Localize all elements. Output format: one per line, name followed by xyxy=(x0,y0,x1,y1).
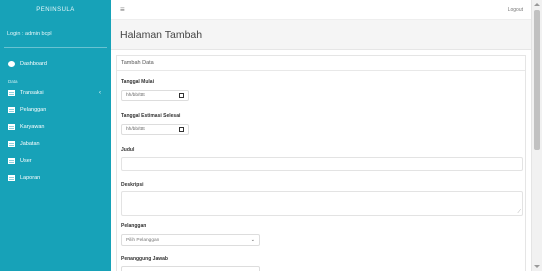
date-placeholder: hh/bb/tttt xyxy=(126,93,145,98)
sidebar-item-label: Pelanggan xyxy=(20,106,47,113)
logout-link[interactable]: Logout xyxy=(508,7,523,13)
penanggung-jawab-label: Penanggung Jawab xyxy=(121,256,168,262)
calendar-icon[interactable] xyxy=(179,93,184,98)
sidebar-item-dashboard[interactable]: Dashboard xyxy=(0,55,111,72)
sidebar-item-label: Laporan xyxy=(20,174,41,181)
page-scrollbar[interactable] xyxy=(531,0,542,271)
table-icon xyxy=(8,106,15,113)
calendar-icon[interactable] xyxy=(179,127,184,132)
select-value: Pilih Pelanggan xyxy=(126,237,160,243)
pelanggan-select[interactable]: Pilih Pelanggan ⌄ xyxy=(121,234,260,246)
sidebar-item-laporan[interactable]: Laporan xyxy=(0,169,111,186)
chevron-down-icon: ⌄ xyxy=(250,237,255,243)
sidebar-item-label: Karyawan xyxy=(20,123,45,130)
deskripsi-label: Deskripsi xyxy=(121,182,144,188)
scroll-up-arrow-icon[interactable] xyxy=(534,3,540,6)
hamburger-menu-icon[interactable]: ≡ xyxy=(120,5,125,14)
page-title: Halaman Tambah xyxy=(111,20,531,50)
sidebar: PENINSULA Login : admin bcpl Dashboard D… xyxy=(0,0,111,271)
scrollbar-thumb[interactable] xyxy=(534,10,540,150)
tanggal-mulai-input[interactable]: hh/bb/tttt xyxy=(121,90,189,101)
sidebar-item-pelanggan[interactable]: Pelanggan xyxy=(0,101,111,118)
chevron-left-icon: ‹ xyxy=(99,89,101,96)
date-placeholder: hh/bb/tttt xyxy=(126,127,145,132)
judul-label: Judul xyxy=(121,147,135,153)
sidebar-item-label: Dashboard xyxy=(20,60,47,67)
table-icon xyxy=(8,157,15,164)
table-icon xyxy=(8,89,15,96)
penanggung-jawab-select[interactable] xyxy=(121,266,260,271)
form-card: Tambah Data Tanggal Mulai hh/bb/tttt Tan… xyxy=(116,55,526,271)
resize-handle-icon[interactable]: ⟋ xyxy=(517,209,521,215)
sidebar-item-label: Jabatan xyxy=(20,140,40,147)
main-content: ≡ Logout Halaman Tambah Tambah Data Tang… xyxy=(111,0,531,271)
sidebar-section-label: Data xyxy=(8,79,18,84)
tanggal-mulai-label: Tanggal Mulai xyxy=(121,79,154,85)
table-icon xyxy=(8,140,15,147)
dashboard-icon xyxy=(8,60,15,67)
sidebar-item-transaksi[interactable]: Transaksi ‹ xyxy=(0,84,111,101)
sidebar-item-label: Transaksi xyxy=(20,89,44,96)
user-info: Login : admin bcpl xyxy=(4,20,107,48)
tanggal-selesai-label: Tanggal Estimasi Selesai xyxy=(121,113,181,119)
table-icon xyxy=(8,123,15,130)
pelanggan-label: Pelanggan xyxy=(121,223,147,229)
scroll-down-arrow-icon[interactable] xyxy=(534,265,540,268)
sidebar-item-karyawan[interactable]: Karyawan xyxy=(0,118,111,135)
deskripsi-textarea[interactable]: ⟋ xyxy=(121,191,523,216)
judul-input[interactable] xyxy=(121,157,523,171)
card-title: Tambah Data xyxy=(117,56,525,71)
sidebar-item-label: User xyxy=(20,157,32,164)
sidebar-item-user[interactable]: User xyxy=(0,152,111,169)
sidebar-item-jabatan[interactable]: Jabatan xyxy=(0,135,111,152)
topbar: ≡ Logout xyxy=(111,0,531,20)
tanggal-selesai-input[interactable]: hh/bb/tttt xyxy=(121,124,189,135)
brand-logo[interactable]: PENINSULA xyxy=(0,0,111,20)
table-icon xyxy=(8,174,15,181)
